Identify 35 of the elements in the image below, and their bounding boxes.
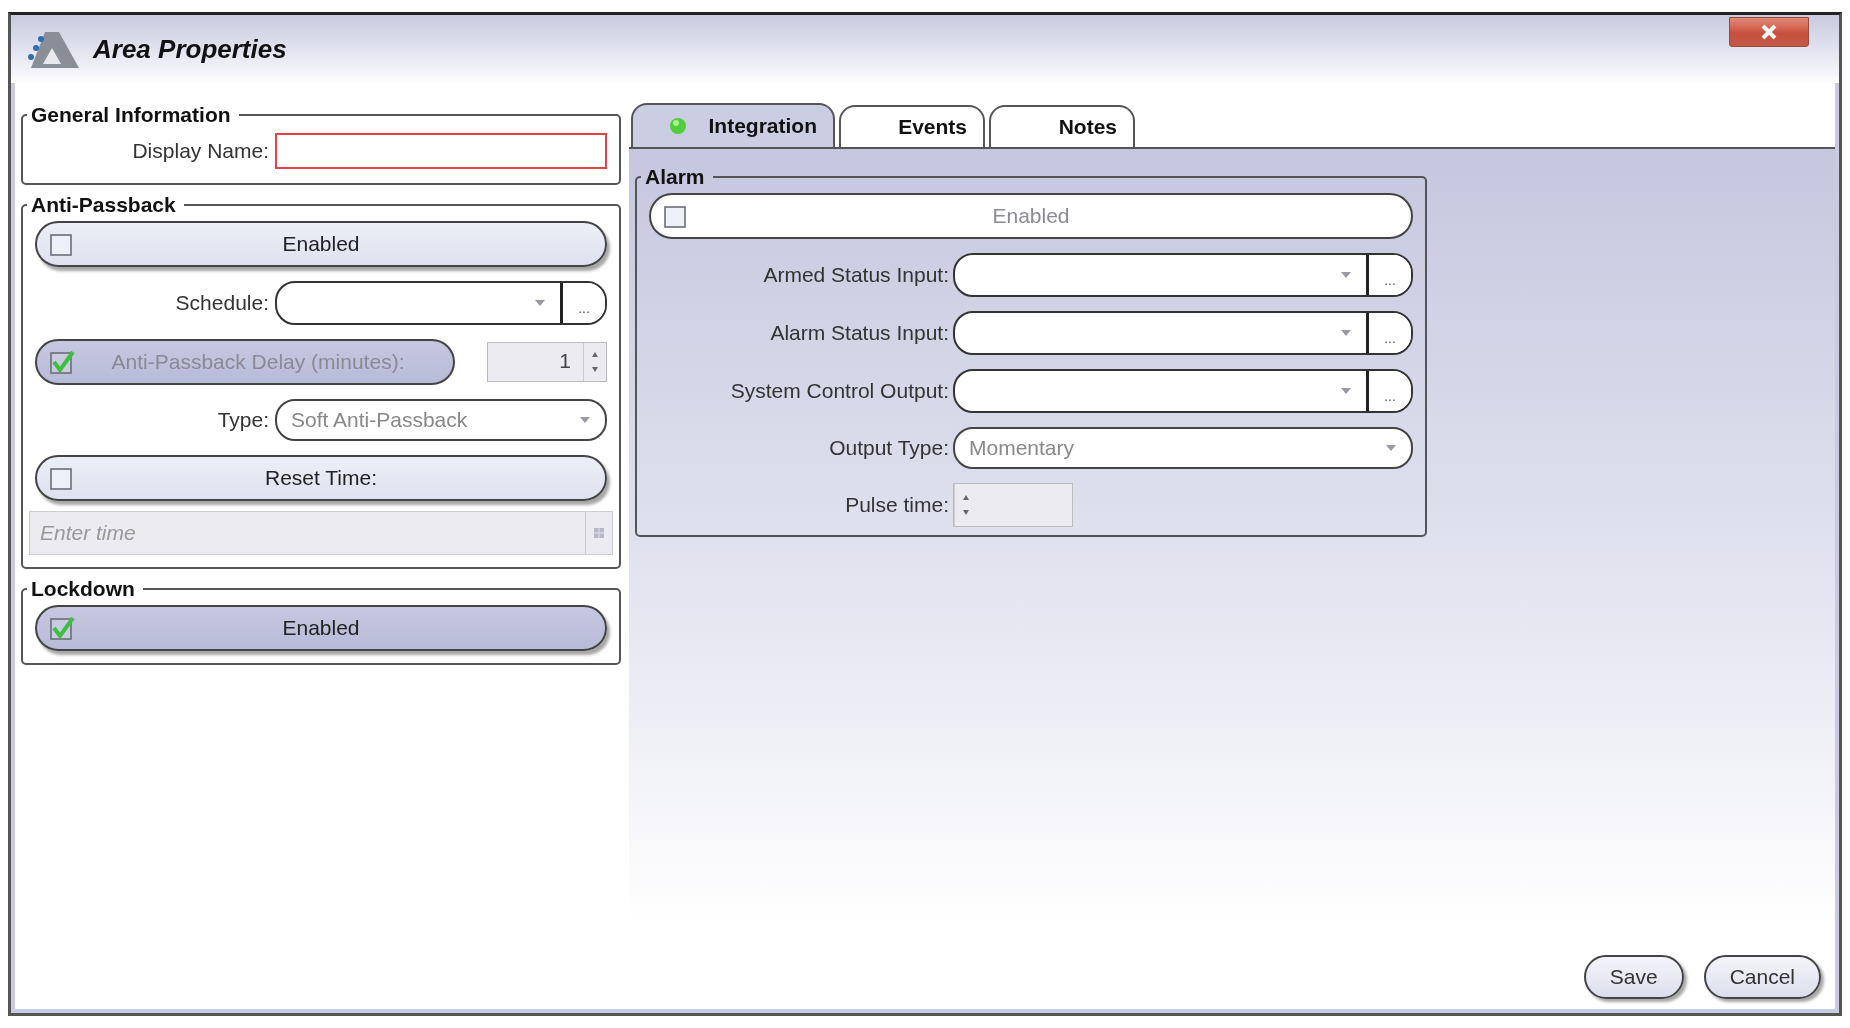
- input-field[interactable]: [275, 133, 607, 169]
- tab[interactable]: Notes: [989, 105, 1135, 147]
- toggle-button[interactable]: Reset Time:: [35, 455, 607, 501]
- tab[interactable]: Events: [839, 105, 985, 147]
- grid-icon: [594, 528, 604, 538]
- group-title: General Information: [30, 103, 232, 127]
- field-label: Alarm Status Input:: [769, 321, 949, 345]
- field-label: System Control Output:: [729, 379, 949, 403]
- field-label: Type:: [216, 408, 269, 432]
- toggle-button[interactable]: Enabled: [35, 605, 607, 651]
- dialog-button[interactable]: Cancel: [1703, 955, 1821, 999]
- window-title: Area Properties: [93, 33, 287, 65]
- caret-icon: [1340, 271, 1352, 279]
- field-label: Display Name:: [131, 139, 269, 163]
- caret-icon: [579, 416, 591, 424]
- caret-icon: [534, 299, 546, 307]
- caret-icon: [1385, 444, 1397, 452]
- toggle-button[interactable]: Enabled: [35, 221, 607, 267]
- number-field[interactable]: [953, 483, 1073, 527]
- close-button[interactable]: [1729, 17, 1809, 47]
- field-label: Output Type:: [828, 436, 949, 460]
- status-dot-icon: [668, 117, 687, 135]
- picker-button[interactable]: [585, 511, 613, 555]
- caret-icon: [1340, 329, 1352, 337]
- close-icon: [1760, 24, 1778, 40]
- field-label: Armed Status Input:: [762, 263, 949, 287]
- group-title: Anti-Passback: [30, 193, 177, 217]
- dialog-button[interactable]: Save: [1583, 955, 1684, 999]
- caret-icon: [1340, 387, 1352, 395]
- time-input[interactable]: Enter time: [29, 511, 585, 555]
- group-title: Alarm: [644, 165, 706, 189]
- field-label: Schedule:: [174, 291, 269, 315]
- group-title: Lockdown: [30, 577, 136, 601]
- field-label: Pulse time:: [844, 493, 949, 517]
- tab[interactable]: Integration: [631, 103, 835, 147]
